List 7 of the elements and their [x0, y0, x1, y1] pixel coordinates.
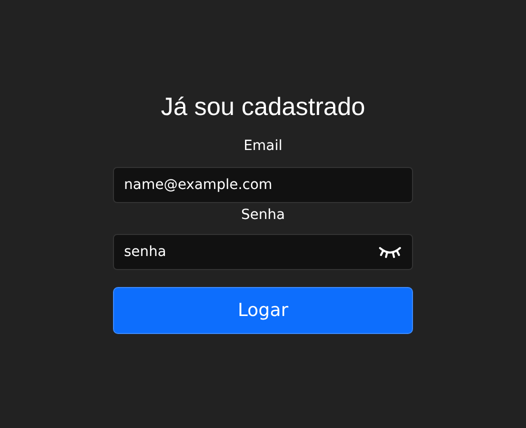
password-field[interactable]: senha [113, 234, 413, 270]
email-field[interactable]: name@example.com [113, 167, 413, 203]
closed-eye-icon[interactable] [378, 244, 402, 260]
form-title: Já sou cadastrado [160, 92, 366, 123]
field-label: Email [244, 137, 282, 156]
login-button[interactable]: Logar [113, 287, 413, 334]
field-label: Senha [241, 206, 285, 225]
